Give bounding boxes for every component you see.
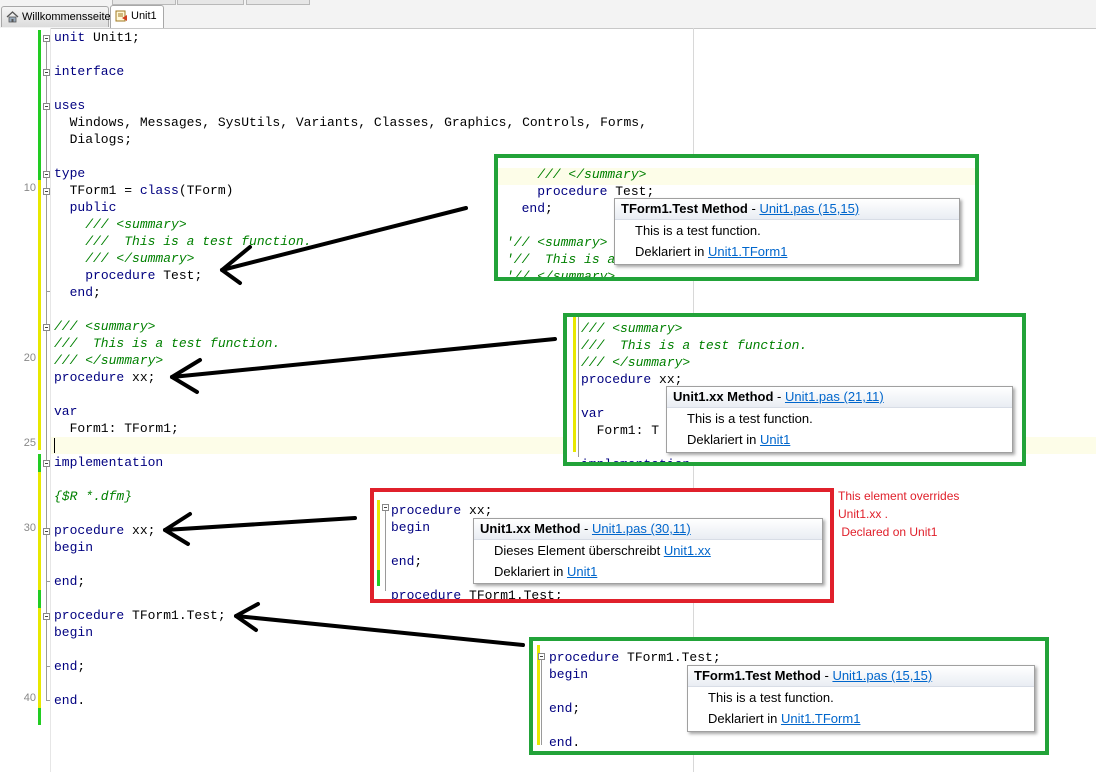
- annotation-arrows: [163, 206, 557, 647]
- arrow-to-test-declaration: [220, 206, 468, 285]
- arrow-to-xx-declaration: [170, 337, 557, 394]
- arrow-to-xx-implementation: [163, 512, 357, 546]
- arrow-to-test-implementation: [234, 602, 525, 647]
